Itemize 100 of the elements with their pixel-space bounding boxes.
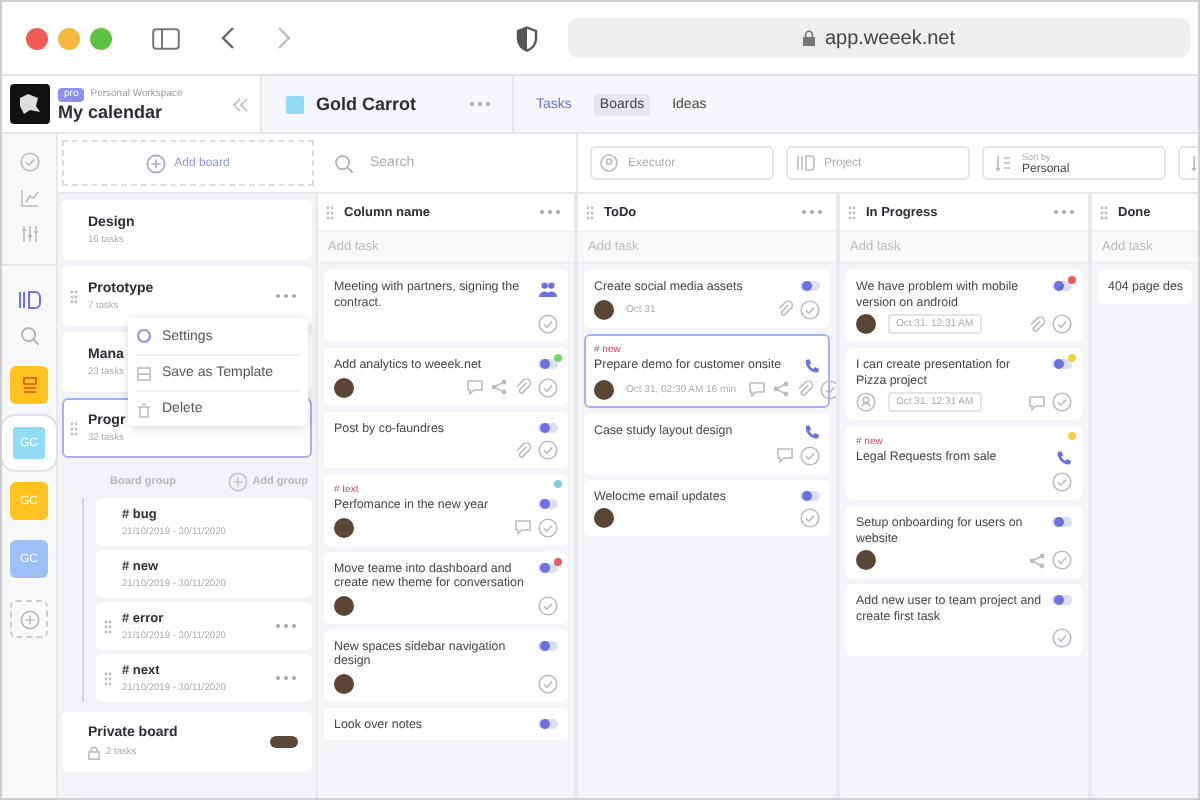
search-icon — [334, 153, 354, 173]
project-title: Gold Carrot — [316, 94, 419, 114]
avatar[interactable] — [856, 314, 876, 334]
paperclip-icon[interactable] — [514, 378, 532, 396]
back-icon[interactable] — [220, 26, 236, 50]
phone-icon — [802, 423, 820, 441]
check-circle-icon[interactable] — [538, 595, 558, 615]
address-bar[interactable]: app.weeek.net — [568, 18, 1190, 58]
toggle-icon — [538, 561, 558, 573]
sidebar-icon[interactable] — [152, 27, 180, 49]
paperclip-icon[interactable] — [796, 380, 815, 398]
check-circle-icon[interactable] — [1052, 472, 1072, 492]
check-circle-icon[interactable] — [538, 377, 558, 397]
avatar[interactable] — [594, 299, 614, 319]
plus-icon — [19, 609, 39, 629]
drag-handle-icon[interactable] — [104, 619, 112, 633]
avatar[interactable] — [334, 517, 354, 537]
sort-icon — [994, 154, 1012, 172]
person-placeholder-icon[interactable] — [856, 392, 876, 412]
forward-icon[interactable] — [276, 26, 292, 50]
toggle-icon — [800, 280, 820, 292]
share-icon[interactable] — [772, 380, 791, 398]
avatar[interactable] — [334, 377, 354, 397]
drag-handle-icon[interactable] — [104, 671, 112, 685]
collapse-icon[interactable] — [232, 97, 248, 111]
comment-icon[interactable] — [1028, 393, 1046, 411]
drag-handle-icon[interactable] — [70, 421, 78, 435]
template-icon — [136, 365, 152, 381]
project-color-square — [286, 95, 304, 113]
check-circle-icon[interactable] — [1052, 550, 1072, 570]
check-circle-icon[interactable] — [538, 673, 558, 693]
calendar-title[interactable]: My calendar — [58, 101, 224, 121]
share-icon[interactable] — [1028, 551, 1046, 569]
drag-handle-icon[interactable] — [70, 289, 78, 303]
toggle-icon — [1052, 358, 1072, 370]
check-circle-icon[interactable] — [820, 379, 836, 399]
lock-icon — [88, 745, 100, 759]
check-circle-icon[interactable] — [538, 440, 558, 460]
toggle-icon — [538, 421, 558, 433]
more-icon[interactable] — [274, 674, 298, 682]
more-icon[interactable] — [1052, 208, 1076, 216]
paperclip-icon[interactable] — [514, 441, 532, 459]
close-button[interactable] — [26, 27, 48, 49]
maximize-button[interactable] — [90, 27, 112, 49]
more-icon[interactable] — [274, 622, 298, 630]
toggle-icon — [800, 489, 820, 501]
lock-icon — [802, 30, 817, 46]
paperclip-icon[interactable] — [776, 300, 794, 318]
check-circle-icon[interactable] — [1052, 628, 1072, 648]
plus-icon — [146, 153, 167, 173]
more-icon[interactable] — [538, 208, 562, 216]
share-icon[interactable] — [490, 378, 508, 396]
phone-icon — [1054, 450, 1072, 468]
logo-icon[interactable] — [10, 84, 50, 124]
avatar[interactable] — [594, 379, 614, 399]
board-icon[interactable] — [17, 290, 41, 310]
toggle-icon — [538, 498, 558, 510]
shield-icon[interactable] — [516, 25, 538, 51]
check-circle-icon[interactable] — [538, 517, 558, 537]
check-circle-icon[interactable] — [1052, 392, 1072, 412]
toggle-icon — [1052, 594, 1072, 606]
drag-handle-icon[interactable] — [326, 205, 334, 219]
chart-icon[interactable] — [19, 188, 39, 208]
add-workspace-button[interactable] — [10, 600, 48, 638]
avatar[interactable] — [334, 595, 354, 615]
check-circle-icon[interactable] — [1052, 314, 1072, 334]
check-circle-icon[interactable] — [800, 299, 820, 319]
phone-icon — [802, 357, 820, 375]
people-icon — [538, 280, 558, 298]
check-circle-icon[interactable] — [19, 152, 39, 172]
comment-icon[interactable] — [466, 378, 484, 396]
comment-icon[interactable] — [776, 446, 794, 464]
more-icon[interactable] — [274, 292, 298, 300]
check-circle-icon[interactable] — [800, 445, 820, 465]
avatar[interactable] — [594, 508, 614, 528]
drag-handle-icon[interactable] — [1100, 205, 1108, 219]
toggle-icon — [538, 717, 558, 729]
toggle-icon — [1052, 516, 1072, 528]
toggle-icon — [538, 358, 558, 370]
sliders-icon[interactable] — [19, 224, 39, 244]
avatar-group — [270, 736, 298, 748]
drag-handle-icon[interactable] — [586, 205, 594, 219]
workspace-avatar[interactable] — [10, 366, 48, 404]
trash-icon — [136, 401, 152, 417]
check-circle-icon[interactable] — [538, 314, 558, 334]
minimize-button[interactable] — [58, 27, 80, 49]
search-icon[interactable] — [19, 326, 39, 346]
drag-handle-icon[interactable] — [848, 205, 856, 219]
more-icon[interactable] — [800, 208, 824, 216]
comment-icon[interactable] — [514, 518, 532, 536]
avatar[interactable] — [334, 673, 354, 693]
toggle-icon — [1052, 280, 1072, 292]
plus-icon — [228, 472, 249, 492]
comment-icon[interactable] — [748, 380, 767, 398]
columns-icon — [796, 154, 816, 172]
avatar[interactable] — [856, 550, 876, 570]
check-circle-icon[interactable] — [800, 508, 820, 528]
paperclip-icon[interactable] — [1028, 315, 1046, 333]
more-icon[interactable] — [468, 100, 492, 108]
workspace-logo-icon — [21, 375, 37, 395]
